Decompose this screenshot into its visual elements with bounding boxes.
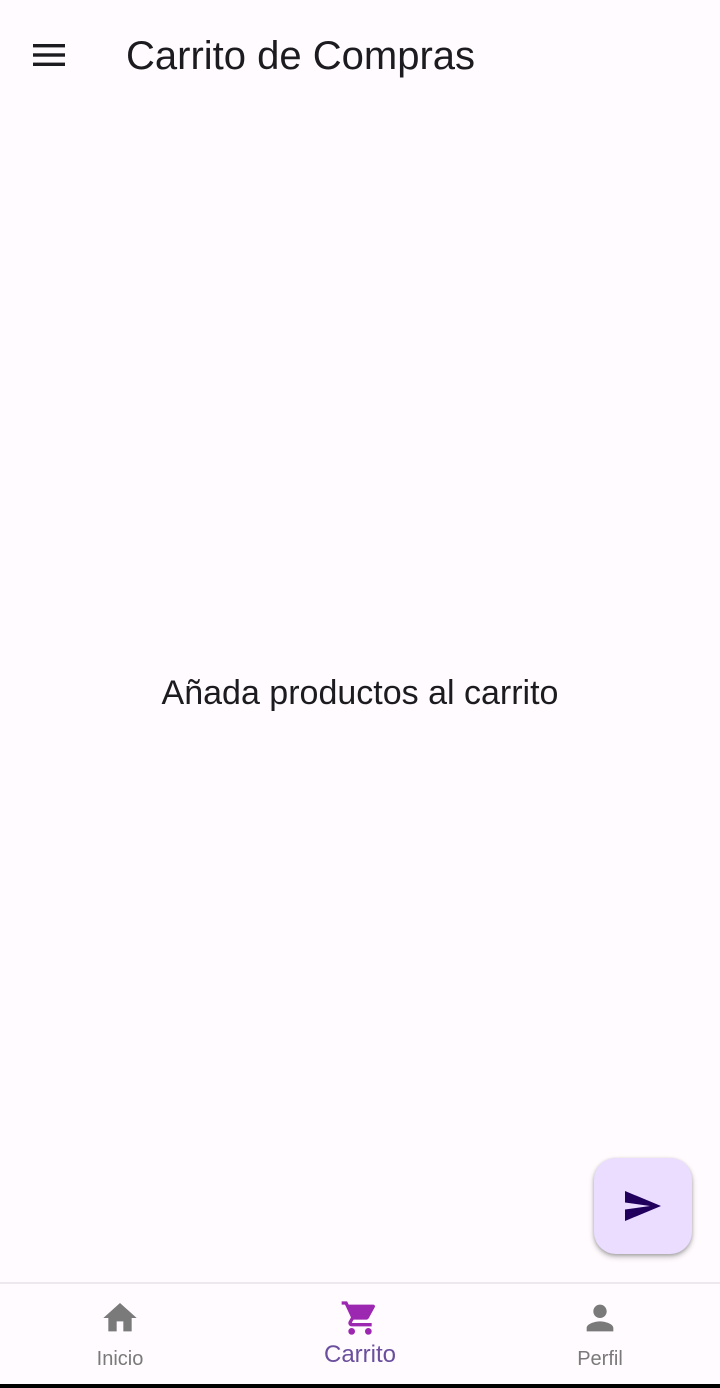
shopping-cart-icon [341, 1301, 376, 1335]
send-fab-button[interactable] [594, 1158, 692, 1254]
bottom-edge-line [0, 1384, 720, 1388]
menu-icon [33, 44, 65, 66]
nav-label-perfil: Perfil [577, 1348, 623, 1370]
empty-cart-message: Añada productos al carrito [161, 674, 559, 712]
nav-item-perfil[interactable]: Perfil [480, 1284, 720, 1384]
menu-button[interactable] [25, 31, 73, 79]
nav-item-inicio[interactable]: Inicio [0, 1284, 240, 1384]
home-icon [103, 1303, 137, 1332]
nav-item-carrito[interactable]: Carrito [240, 1284, 480, 1384]
page-title: Carrito de Compras [126, 34, 476, 78]
nav-label-carrito: Carrito [323, 1341, 396, 1368]
nav-label-inicio: Inicio [96, 1348, 144, 1370]
person-icon [586, 1304, 614, 1332]
bottom-navigation: Inicio Carrito Perfil [0, 1282, 720, 1384]
send-icon [625, 1191, 661, 1221]
app-bar: Carrito de Compras [0, 0, 720, 112]
